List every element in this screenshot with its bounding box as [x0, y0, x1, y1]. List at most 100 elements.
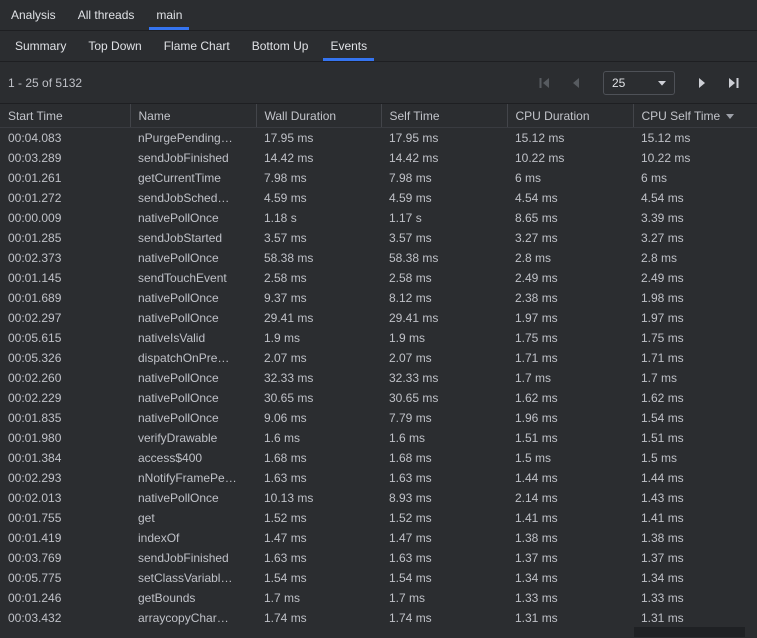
table-row[interactable]: 00:02.260nativePollOnce32.33 ms32.33 ms1…	[0, 368, 757, 388]
tab-label: Bottom Up	[252, 39, 309, 53]
tab-label: All threads	[78, 8, 135, 22]
table-row[interactable]: 00:03.432arraycopyChar…1.74 ms1.74 ms1.3…	[0, 608, 757, 628]
cell-start-time: 00:01.384	[0, 448, 130, 468]
cell-wall-duration: 1.63 ms	[256, 548, 381, 568]
cell-name: access$400	[130, 448, 256, 468]
tab-label: main	[156, 8, 182, 22]
tab-all-threads[interactable]: All threads	[67, 0, 146, 30]
cell-wall-duration: 2.07 ms	[256, 348, 381, 368]
table-row[interactable]: 00:02.297nativePollOnce29.41 ms29.41 ms1…	[0, 308, 757, 328]
tab-bottom-up[interactable]: Bottom Up	[241, 31, 320, 61]
cell-cpu-duration: 2.14 ms	[507, 488, 633, 508]
cell-name: nativePollOnce	[130, 388, 256, 408]
tab-flame-chart[interactable]: Flame Chart	[153, 31, 241, 61]
tab-events[interactable]: Events	[319, 31, 378, 61]
table-row[interactable]: 00:01.689nativePollOnce9.37 ms8.12 ms2.3…	[0, 288, 757, 308]
cell-self-time: 8.93 ms	[381, 488, 507, 508]
table-row[interactable]: 00:01.835nativePollOnce9.06 ms7.79 ms1.9…	[0, 408, 757, 428]
table-row[interactable]: 00:00.009nativePollOnce1.18 s1.17 s8.65 …	[0, 208, 757, 228]
cell-cpu-duration: 1.5 ms	[507, 448, 633, 468]
table-row[interactable]: 00:01.980verifyDrawable1.6 ms1.6 ms1.51 …	[0, 428, 757, 448]
cell-cpu-self-time: 1.71 ms	[633, 348, 757, 368]
cell-name: nativePollOnce	[130, 308, 256, 328]
cell-cpu-self-time: 3.39 ms	[633, 208, 757, 228]
cell-cpu-self-time: 1.31 ms	[633, 608, 757, 628]
tab-main[interactable]: main	[145, 0, 193, 30]
table-row[interactable]: 00:05.775setClassVariabl…1.54 ms1.54 ms1…	[0, 568, 757, 588]
table-row[interactable]: 00:01.419indexOf1.47 ms1.47 ms1.38 ms1.3…	[0, 528, 757, 548]
table-row[interactable]: 00:02.013nativePollOnce10.13 ms8.93 ms2.…	[0, 488, 757, 508]
cell-start-time: 00:03.769	[0, 548, 130, 568]
cell-start-time: 00:03.432	[0, 608, 130, 628]
cell-self-time: 2.58 ms	[381, 268, 507, 288]
cell-start-time: 00:02.297	[0, 308, 130, 328]
table-row[interactable]: 00:01.246getBounds1.7 ms1.7 ms1.33 ms1.3…	[0, 588, 757, 608]
cell-cpu-self-time: 1.41 ms	[633, 508, 757, 528]
table-row[interactable]: 00:05.615nativeIsValid1.9 ms1.9 ms1.75 m…	[0, 328, 757, 348]
cell-self-time: 1.17 s	[381, 208, 507, 228]
cell-cpu-self-time: 1.7 ms	[633, 368, 757, 388]
cell-start-time: 00:05.615	[0, 328, 130, 348]
previous-page-button[interactable]	[563, 71, 589, 95]
cell-cpu-duration: 1.97 ms	[507, 308, 633, 328]
table-row[interactable]: 00:05.326dispatchOnPre…2.07 ms2.07 ms1.7…	[0, 348, 757, 368]
table-row[interactable]: 00:01.755get1.52 ms1.52 ms1.41 ms1.41 ms	[0, 508, 757, 528]
table-row[interactable]: 00:01.145sendTouchEvent2.58 ms2.58 ms2.4…	[0, 268, 757, 288]
cell-name: sendJobSched…	[130, 188, 256, 208]
cell-wall-duration: 1.74 ms	[256, 608, 381, 628]
column-header-start-time[interactable]: Start Time	[0, 104, 130, 128]
cell-cpu-self-time: 15.12 ms	[633, 128, 757, 149]
tab-analysis[interactable]: Analysis	[0, 0, 67, 30]
page-size-select[interactable]: 25	[603, 71, 675, 95]
table-row[interactable]: 00:02.373nativePollOnce58.38 ms58.38 ms2…	[0, 248, 757, 268]
cell-start-time: 00:02.373	[0, 248, 130, 268]
horizontal-scrollbar-thumb[interactable]	[634, 627, 745, 637]
cell-self-time: 7.98 ms	[381, 168, 507, 188]
table-row[interactable]: 00:04.083nPurgePending…17.95 ms17.95 ms1…	[0, 128, 757, 149]
pager-forward-group	[689, 71, 747, 95]
profiler-events-panel: Analysis All threads main SummaryTop DownF…	[0, 0, 757, 638]
sort-desc-icon	[726, 104, 734, 126]
cell-start-time: 00:02.293	[0, 468, 130, 488]
view-tabs: SummaryTop DownFlame Chart Bottom Up Event…	[0, 31, 757, 62]
cell-start-time: 00:01.285	[0, 228, 130, 248]
cell-self-time: 14.42 ms	[381, 148, 507, 168]
table-row[interactable]: 00:01.285sendJobStarted3.57 ms3.57 ms3.2…	[0, 228, 757, 248]
cell-cpu-duration: 4.54 ms	[507, 188, 633, 208]
last-page-button[interactable]	[721, 71, 747, 95]
column-label: CPU Self Time	[642, 109, 721, 123]
cell-wall-duration: 32.33 ms	[256, 368, 381, 388]
column-label: Name	[139, 109, 171, 123]
cell-name: sendJobFinished	[130, 148, 256, 168]
column-label: Wall Duration	[265, 109, 337, 123]
tab-summary[interactable]: Summary	[4, 31, 77, 61]
cell-start-time: 00:01.145	[0, 268, 130, 288]
table-row[interactable]: 00:02.293nNotifyFramePe…1.63 ms1.63 ms1.…	[0, 468, 757, 488]
table-row[interactable]: 00:03.769sendJobFinished1.63 ms1.63 ms1.…	[0, 548, 757, 568]
cell-self-time: 1.52 ms	[381, 508, 507, 528]
cell-cpu-self-time: 1.33 ms	[633, 588, 757, 608]
column-header-name[interactable]: Name	[130, 104, 256, 128]
cell-cpu-duration: 10.22 ms	[507, 148, 633, 168]
cell-name: indexOf	[130, 528, 256, 548]
thread-tabs: Analysis All threads main	[0, 0, 757, 31]
cell-cpu-self-time: 1.75 ms	[633, 328, 757, 348]
cell-start-time: 00:03.289	[0, 148, 130, 168]
table-row[interactable]: 00:02.229nativePollOnce30.65 ms30.65 ms1…	[0, 388, 757, 408]
column-header-self-time[interactable]: Self Time	[381, 104, 507, 128]
tab-top-down[interactable]: Top Down	[77, 31, 152, 61]
cell-start-time: 00:01.980	[0, 428, 130, 448]
cell-wall-duration: 58.38 ms	[256, 248, 381, 268]
next-page-button[interactable]	[689, 71, 715, 95]
column-header-cpu-self-time[interactable]: CPU Self Time	[633, 104, 757, 128]
first-page-button[interactable]	[531, 71, 557, 95]
table-row[interactable]: 00:01.384access$4001.68 ms1.68 ms1.5 ms1…	[0, 448, 757, 468]
column-header-cpu-duration[interactable]: CPU Duration	[507, 104, 633, 128]
table-row[interactable]: 00:01.261getCurrentTime7.98 ms7.98 ms6 m…	[0, 168, 757, 188]
cell-cpu-self-time: 1.43 ms	[633, 488, 757, 508]
column-header-wall-duration[interactable]: Wall Duration	[256, 104, 381, 128]
cell-name: nativePollOnce	[130, 488, 256, 508]
table-row[interactable]: 00:03.289sendJobFinished14.42 ms14.42 ms…	[0, 148, 757, 168]
cell-self-time: 1.7 ms	[381, 588, 507, 608]
table-row[interactable]: 00:01.272sendJobSched…4.59 ms4.59 ms4.54…	[0, 188, 757, 208]
